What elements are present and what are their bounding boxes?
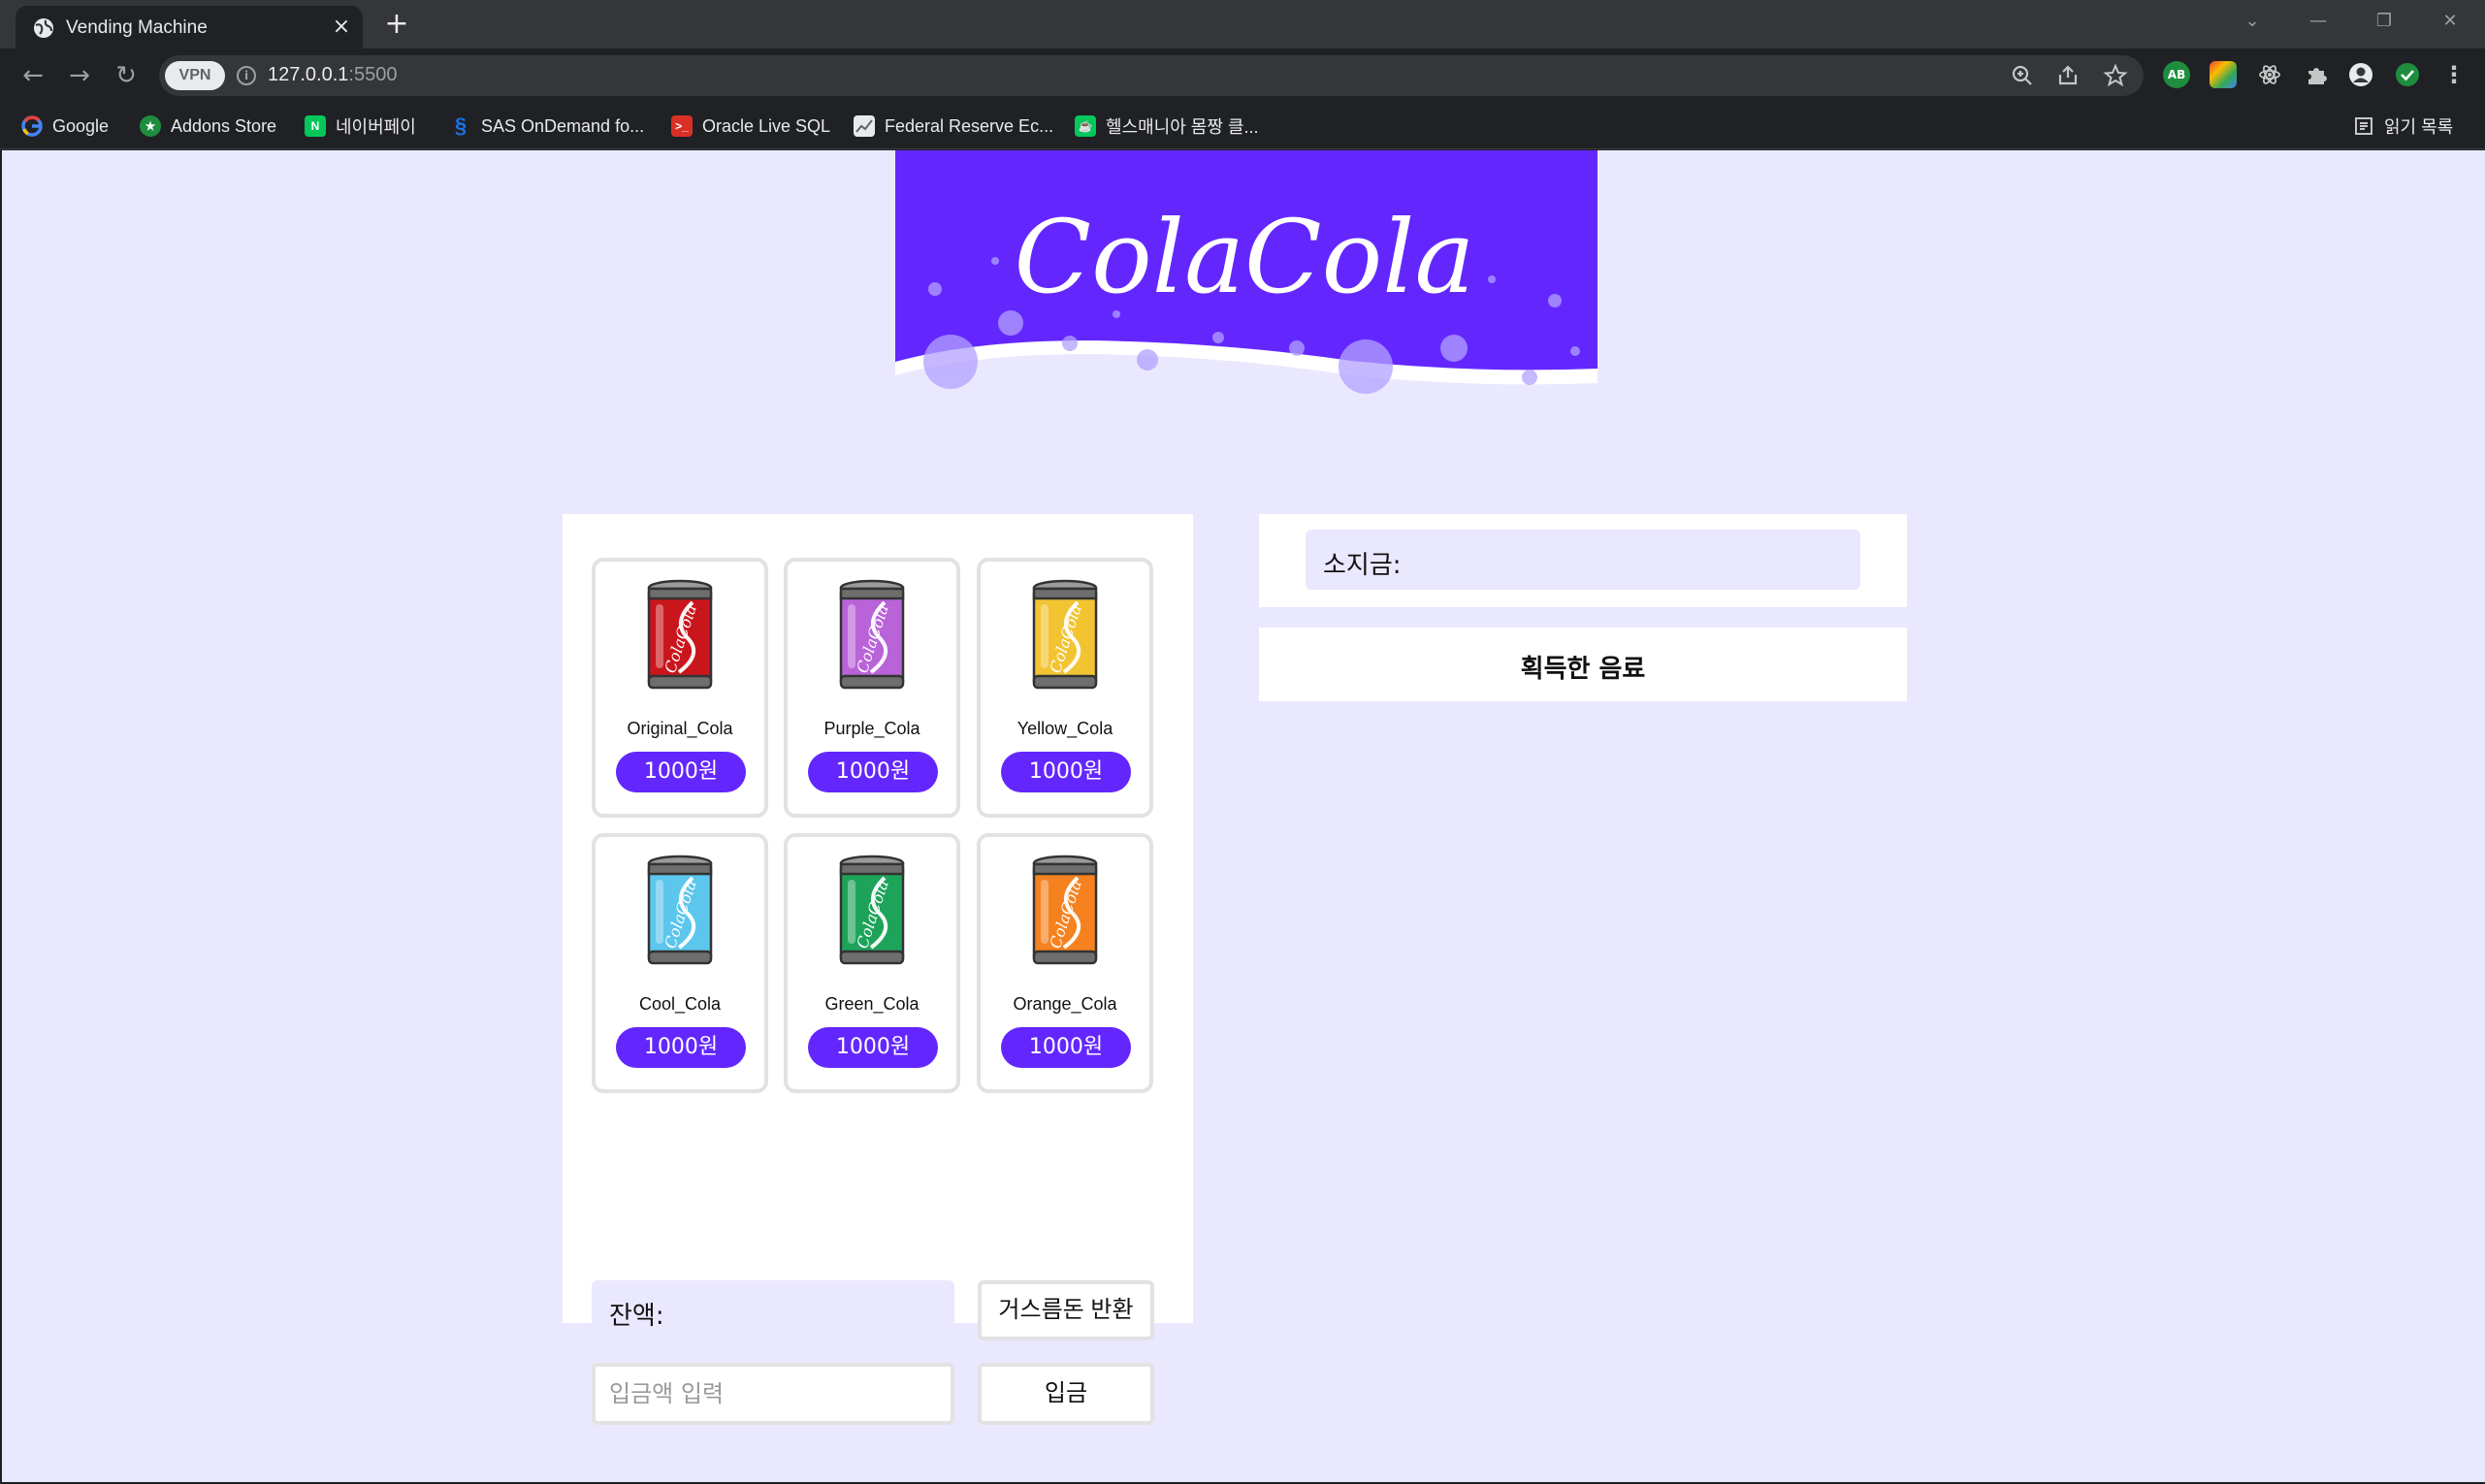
browser-menu-icon[interactable]: ⋮: [2440, 61, 2468, 88]
google-icon: [21, 115, 43, 137]
reading-list-button[interactable]: 읽기 목록: [2353, 103, 2453, 149]
return-change-button[interactable]: 거스름돈 반환: [978, 1280, 1154, 1340]
product-price-button[interactable]: 1000원: [1001, 1027, 1131, 1068]
product-name: Yellow_Cola: [1017, 719, 1113, 738]
bookmark-oracle[interactable]: >_ Oracle Live SQL: [671, 103, 830, 149]
tab-title: Vending Machine: [66, 17, 208, 38]
addons-store-icon: ★: [140, 115, 161, 137]
bookmark-health-cafe[interactable]: ☕ 헬스매니아 몸짱 클...: [1075, 103, 1258, 149]
tab-search-icon[interactable]: ⌄: [2235, 8, 2270, 35]
product-price-button[interactable]: 1000원: [1001, 752, 1131, 792]
bookmarks-bar: Google ★ Addons Store N 네이버페이 § SAS OnDe…: [0, 103, 2485, 149]
balance-label: 잔액:: [609, 1302, 664, 1331]
restore-button[interactable]: ❐: [2367, 8, 2402, 35]
product-card[interactable]: ColaCola Yellow_Cola 1000원: [977, 558, 1153, 818]
product-price-button[interactable]: 1000원: [808, 752, 938, 792]
forward-icon[interactable]: →: [64, 60, 95, 91]
product-card[interactable]: ColaCola Original_Cola 1000원: [592, 558, 768, 818]
deposit-button[interactable]: 입금: [978, 1363, 1154, 1425]
cola-can-icon: ColaCola: [647, 855, 713, 965]
bookmark-naverpay[interactable]: N 네이버페이: [305, 103, 416, 149]
product-name: Orange_Cola: [1013, 994, 1117, 1014]
zoom-icon[interactable]: [2010, 63, 2035, 88]
page-viewport: ColaCola ColaCola Original_Cola 1000원 ColaC…: [2, 150, 2485, 1482]
cola-can-icon: ColaCola: [839, 579, 905, 690]
product-card[interactable]: ColaCola Purple_Cola 1000원: [784, 558, 960, 818]
product-card[interactable]: ColaCola Orange_Cola 1000원: [977, 833, 1153, 1093]
bookmark-label: Oracle Live SQL: [702, 115, 831, 136]
url-port: :5500: [348, 64, 398, 85]
reading-list-icon: [2355, 117, 2372, 135]
wallet-display: 소지금:: [1306, 530, 1860, 590]
reading-list-label: 읽기 목록: [2384, 117, 2454, 137]
tab-close-icon[interactable]: ×: [328, 14, 355, 41]
product-name: Green_Cola: [824, 994, 920, 1014]
wallet-panel: 소지금:: [1259, 514, 1907, 607]
colacola-banner-logo: ColaCola: [895, 150, 1598, 404]
product-name: Purple_Cola: [823, 719, 920, 738]
minimize-button[interactable]: —: [2301, 8, 2336, 35]
oracle-icon: >_: [671, 115, 693, 137]
product-name: Original_Cola: [627, 719, 733, 738]
product-price-button[interactable]: 1000원: [616, 1027, 746, 1068]
banner-brand-text: ColaCola: [1015, 198, 1475, 316]
deposit-amount-input[interactable]: [592, 1363, 954, 1425]
cola-can-icon: ColaCola: [1032, 579, 1098, 690]
cola-can-icon: ColaCola: [839, 855, 905, 965]
bookmark-label: SAS OnDemand fo...: [481, 115, 645, 136]
product-price-button[interactable]: 1000원: [616, 752, 746, 792]
adblock-extension-icon[interactable]: AB: [2163, 61, 2190, 88]
naverpay-icon: N: [305, 115, 326, 137]
bookmark-google[interactable]: Google: [21, 103, 109, 149]
chart-icon: [854, 115, 875, 137]
product-card[interactable]: ColaCola Cool_Cola 1000원: [592, 833, 768, 1093]
color-extension-icon[interactable]: [2210, 61, 2237, 88]
acquired-drinks-panel: 획득한 음료: [1259, 628, 1907, 701]
globe-icon: [34, 18, 53, 38]
back-icon[interactable]: ←: [17, 60, 48, 91]
url-host: 127.0.0.1: [268, 64, 349, 85]
share-icon[interactable]: [2056, 63, 2082, 88]
product-name: Cool_Cola: [638, 994, 722, 1014]
bookmark-addons-store[interactable]: ★ Addons Store: [140, 103, 276, 149]
balance-display: 잔액:: [592, 1280, 954, 1340]
close-window-button[interactable]: ✕: [2433, 8, 2468, 35]
site-info-icon[interactable]: i: [237, 66, 256, 85]
bookmark-sas[interactable]: § SAS OnDemand fo...: [450, 103, 644, 149]
react-devtools-icon[interactable]: [2256, 61, 2283, 88]
bookmark-label: 헬스매니아 몸짱 클...: [1106, 117, 1259, 137]
acquired-drinks-title: 획득한 음료: [1520, 655, 1646, 684]
address-bar[interactable]: VPN i 127.0.0.1:5500: [159, 55, 2144, 96]
bookmark-label: Federal Reserve Ec...: [885, 115, 1054, 136]
bookmark-federal-reserve[interactable]: Federal Reserve Ec...: [854, 103, 1053, 149]
vpn-badge[interactable]: VPN: [165, 61, 225, 90]
reload-icon[interactable]: ↻: [111, 60, 142, 91]
shield-check-icon[interactable]: [2394, 61, 2421, 88]
browser-tab[interactable]: Vending Machine ×: [16, 6, 363, 48]
profile-avatar-icon[interactable]: [2347, 61, 2374, 88]
wallet-label: 소지금:: [1323, 551, 1402, 580]
product-card[interactable]: ColaCola Green_Cola 1000원: [784, 833, 960, 1093]
bookmark-label: 네이버페이: [336, 117, 416, 137]
extensions-puzzle-icon[interactable]: [2303, 61, 2330, 88]
vending-machine-panel: ColaCola Original_Cola 1000원 ColaCola Purple…: [563, 514, 1193, 1425]
bookmark-star-icon[interactable]: [2103, 63, 2128, 88]
cola-can-icon: ColaCola: [1032, 855, 1098, 965]
browser-toolbar: ← → ↻ VPN i 127.0.0.1:5500: [0, 48, 2485, 103]
browser-tabstrip: Vending Machine × + ⌄ — ❐ ✕: [0, 0, 2485, 48]
cafe-icon: ☕: [1075, 115, 1096, 137]
product-price-button[interactable]: 1000원: [808, 1027, 938, 1068]
new-tab-button[interactable]: +: [380, 8, 413, 41]
cola-can-icon: ColaCola: [647, 579, 713, 690]
bookmark-label: Google: [52, 115, 110, 136]
url-text[interactable]: 127.0.0.1:5500: [268, 64, 397, 86]
bookmark-label: Addons Store: [171, 115, 277, 136]
sas-icon: §: [454, 113, 468, 138]
